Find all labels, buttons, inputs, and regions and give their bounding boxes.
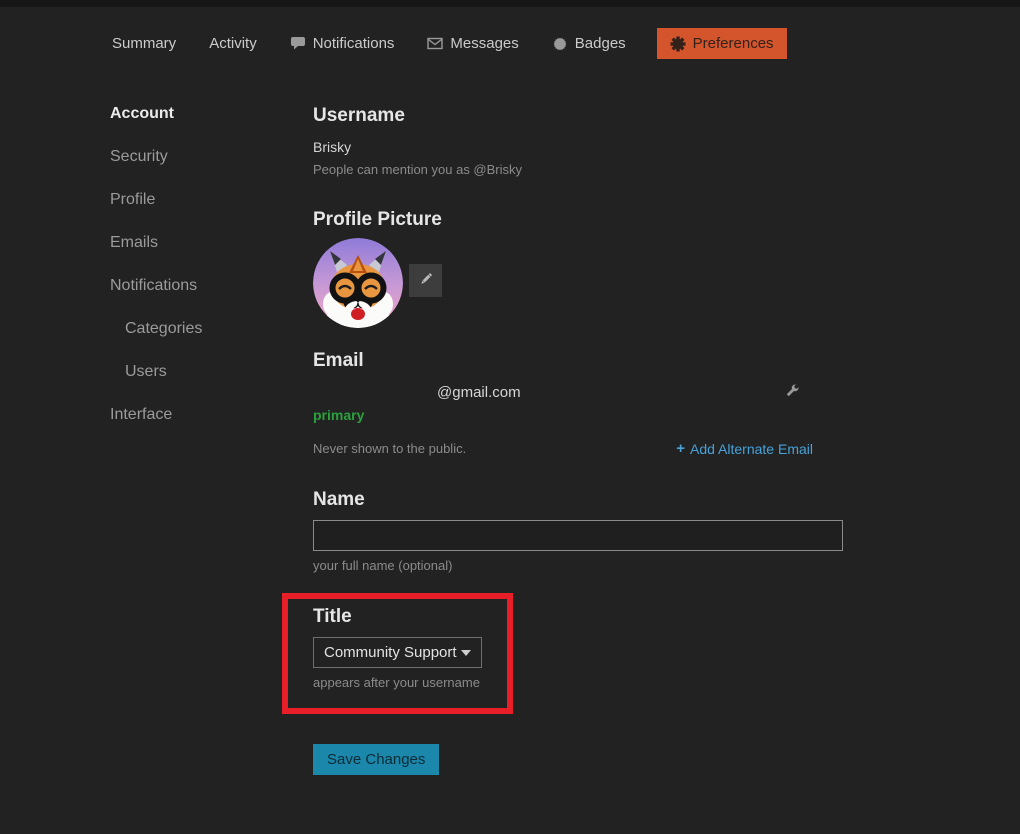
email-heading: Email: [313, 351, 843, 371]
tab-label: Summary: [112, 35, 176, 52]
speech-bubble-icon: [290, 36, 306, 51]
sidebar-item-categories[interactable]: Categories: [110, 318, 202, 340]
tab-label: Activity: [209, 35, 257, 52]
tab-activity[interactable]: Activity: [207, 28, 259, 59]
name-hint: your full name (optional): [313, 558, 843, 573]
certificate-icon: [552, 36, 568, 52]
gear-icon: [670, 36, 686, 52]
name-input[interactable]: [313, 520, 843, 551]
tab-notifications[interactable]: Notifications: [288, 28, 397, 59]
tab-label: Messages: [450, 35, 518, 52]
sidebar-item-users[interactable]: Users: [110, 361, 202, 383]
primary-email-badge: primary: [313, 407, 843, 423]
tab-badges[interactable]: Badges: [550, 28, 628, 59]
title-dropdown-value: Community Support: [324, 644, 457, 661]
add-alternate-email-label: Add Alternate Email: [690, 441, 813, 457]
tab-label: Notifications: [313, 35, 395, 52]
tab-label: Preferences: [693, 35, 774, 52]
user-nav: Summary Activity Notifications Messages …: [110, 27, 787, 60]
avatar-row: [313, 238, 843, 328]
edit-avatar-button[interactable]: [409, 264, 442, 297]
add-alternate-email-link[interactable]: + Add Alternate Email: [676, 440, 813, 457]
title-hint: appears after your username: [313, 675, 507, 690]
window-edge: [0, 0, 1020, 7]
email-value: @gmail.com: [437, 384, 521, 401]
plus-icon: +: [676, 440, 685, 457]
pencil-icon: [418, 271, 434, 290]
save-changes-button[interactable]: Save Changes: [313, 744, 439, 775]
tab-messages[interactable]: Messages: [425, 28, 520, 59]
sidebar-item-account[interactable]: Account: [110, 103, 202, 125]
tab-preferences[interactable]: Preferences: [657, 28, 787, 59]
wrench-icon[interactable]: [783, 382, 801, 405]
chevron-down-icon: [461, 650, 471, 656]
sidebar-item-security[interactable]: Security: [110, 146, 202, 168]
preferences-page: Summary Activity Notifications Messages …: [0, 0, 1020, 834]
sidebar-item-notifications[interactable]: Notifications: [110, 275, 202, 297]
sidebar-item-profile[interactable]: Profile: [110, 189, 202, 211]
username-heading: Username: [313, 106, 843, 126]
sidebar-item-interface[interactable]: Interface: [110, 404, 202, 426]
sidebar-item-emails[interactable]: Emails: [110, 232, 202, 254]
name-heading: Name: [313, 490, 843, 510]
tab-summary[interactable]: Summary: [110, 28, 178, 59]
username-hint: People can mention you as @Brisky: [313, 162, 843, 177]
email-hint: Never shown to the public.: [313, 441, 466, 456]
annotation-highlight-box: Title Community Support appears after yo…: [282, 593, 513, 714]
profile-picture-heading: Profile Picture: [313, 210, 843, 230]
account-settings-form: Username Brisky People can mention you a…: [313, 100, 843, 775]
settings-sidebar: Account Security Profile Emails Notifica…: [110, 103, 202, 447]
envelope-icon: [427, 37, 443, 50]
email-hints-row: Never shown to the public. + Add Alterna…: [313, 440, 843, 457]
avatar: [313, 238, 403, 328]
title-dropdown[interactable]: Community Support: [313, 637, 482, 668]
title-heading: Title: [313, 607, 507, 627]
username-value: Brisky: [313, 139, 843, 155]
tab-label: Badges: [575, 35, 626, 52]
email-row: @gmail.com: [313, 384, 843, 401]
